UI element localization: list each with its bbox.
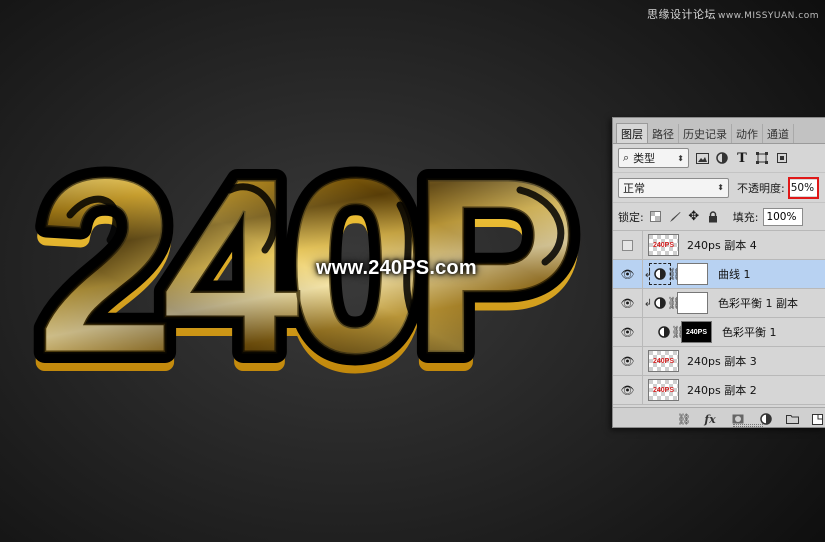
visibility-toggle[interactable]: 👁: [613, 289, 643, 317]
watermark-cn: 思缘设计论坛: [646, 8, 716, 21]
opacity-input[interactable]: [789, 179, 817, 196]
eye-icon: 👁: [620, 354, 635, 368]
visibility-off-box: [622, 239, 633, 251]
watermark-url: www.MISSYUAN.com: [717, 11, 819, 21]
layer-row[interactable]: 👁 240PS 240ps 副本 3: [613, 347, 825, 376]
updown-icon: ⬍: [677, 153, 684, 163]
fill-input[interactable]: [763, 207, 804, 226]
layer-name[interactable]: 240ps 副本 2: [687, 382, 757, 398]
filter-adjustment-icon[interactable]: [715, 151, 729, 165]
tab-channels[interactable]: 通道: [763, 124, 794, 143]
blend-row: 正常 ⬍ 不透明度:: [613, 173, 825, 203]
layer-name[interactable]: 色彩平衡 1: [722, 324, 777, 340]
tab-history[interactable]: 历史记录: [679, 124, 732, 143]
lock-move-icon[interactable]: ✥: [687, 209, 701, 224]
filter-type-icon[interactable]: T: [735, 151, 749, 166]
clip-arrow-icon: ↲: [643, 268, 653, 280]
eye-icon: 👁: [620, 325, 635, 339]
opacity-highlight: [787, 176, 819, 199]
thumbnail-text: 240PS: [652, 357, 675, 365]
thumbnail-text: 240PS: [652, 386, 675, 394]
updown-icon: ⬍: [717, 183, 724, 192]
eye-icon: 👁: [620, 267, 635, 281]
watermark: 思缘设计论坛 www.MISSYUAN.com: [647, 6, 819, 22]
filter-pixel-icon[interactable]: [695, 151, 709, 165]
link-icon[interactable]: ⛓: [677, 412, 691, 426]
thumbnail-text: 240PS: [685, 328, 708, 336]
layer-row[interactable]: 👁 ⛓ 240PS 色彩平衡 1: [613, 318, 825, 347]
filter-kind-label: 类型: [633, 152, 656, 165]
panel-footer: ⛓ fx: [613, 407, 825, 427]
fx-icon[interactable]: fx: [703, 412, 717, 426]
tab-actions[interactable]: 动作: [732, 124, 763, 143]
layer-name[interactable]: 曲线 1: [718, 266, 751, 282]
clip-arrow-icon: ↲: [643, 297, 653, 309]
layer-row[interactable]: 240PS 240ps 副本 4: [613, 231, 825, 260]
thumbnail-text: 240PS: [652, 241, 675, 249]
adjustment-icon: [653, 296, 667, 310]
resize-grip[interactable]: [733, 424, 763, 427]
filter-row: ⌕ 类型 ⬍ T: [613, 144, 825, 173]
filter-shape-icon[interactable]: [755, 151, 769, 165]
visibility-toggle[interactable]: 👁: [613, 376, 643, 404]
layers-panel: 图层 路径 历史记录 动作 通道 ⌕ 类型 ⬍ T 正常 ⬍ 不透明度: 50%…: [612, 117, 825, 428]
link-icon[interactable]: ⛓: [671, 325, 686, 339]
visibility-toggle[interactable]: [613, 231, 643, 259]
filter-smartobject-icon[interactable]: [775, 151, 789, 165]
blend-mode-select[interactable]: 正常 ⬍: [618, 177, 729, 198]
site-caption: www.240PS.com: [316, 257, 477, 279]
fill-label: 填充:: [732, 210, 759, 224]
layer-thumbnail: 240PS: [648, 379, 679, 401]
layer-name[interactable]: 色彩平衡 1 副本: [718, 295, 798, 311]
filter-kind-select[interactable]: ⌕ 类型 ⬍: [618, 148, 689, 168]
eye-icon: 👁: [620, 296, 635, 310]
layer-mask[interactable]: [677, 263, 708, 285]
lock-transparent-icon[interactable]: [649, 210, 663, 224]
lock-label: 锁定:: [618, 210, 644, 224]
adjustment-icon: [657, 325, 671, 339]
lock-brush-icon[interactable]: [668, 210, 682, 224]
link-icon[interactable]: ⛓: [667, 267, 682, 281]
layer-thumbnail: 240PS: [648, 350, 679, 372]
search-icon: ⌕: [623, 151, 630, 164]
visibility-toggle[interactable]: 👁: [613, 260, 643, 288]
lock-all-icon[interactable]: [706, 210, 720, 224]
opacity-label: 不透明度:: [737, 181, 785, 195]
tab-layers[interactable]: 图层: [616, 123, 648, 143]
layer-row[interactable]: 👁 ↲ ⛓ 色彩平衡 1 副本: [613, 289, 825, 318]
layer-row[interactable]: 👁 240PS 240ps 副本 2: [613, 376, 825, 405]
tab-paths[interactable]: 路径: [648, 124, 679, 143]
folder-icon[interactable]: [785, 412, 799, 426]
blend-mode-value: 正常: [623, 181, 645, 195]
layer-name[interactable]: 240ps 副本 4: [687, 237, 757, 253]
lock-row: 锁定: ✥ 填充:: [613, 203, 825, 231]
panel-tabs: 图层 路径 历史记录 动作 通道: [613, 118, 825, 144]
svg-text:240P: 240P: [36, 126, 570, 405]
adjustment-icon: [649, 263, 671, 285]
layer-mask-black[interactable]: 240PS: [681, 321, 712, 343]
eye-icon: 👁: [620, 383, 635, 397]
new-layer-icon[interactable]: [810, 412, 824, 426]
layer-name[interactable]: 240ps 副本 3: [687, 353, 757, 369]
layers-list: 240PS 240ps 副本 4 👁 ↲ ⛓ 曲线 1 👁 ↲ ⛓ 色彩平衡 1: [613, 231, 825, 407]
visibility-toggle[interactable]: 👁: [613, 347, 643, 375]
visibility-toggle[interactable]: 👁: [613, 318, 643, 346]
layer-row-selected[interactable]: 👁 ↲ ⛓ 曲线 1: [613, 260, 825, 289]
link-icon[interactable]: ⛓: [667, 296, 682, 310]
layer-mask[interactable]: [677, 292, 708, 314]
layer-thumbnail: 240PS: [648, 234, 679, 256]
